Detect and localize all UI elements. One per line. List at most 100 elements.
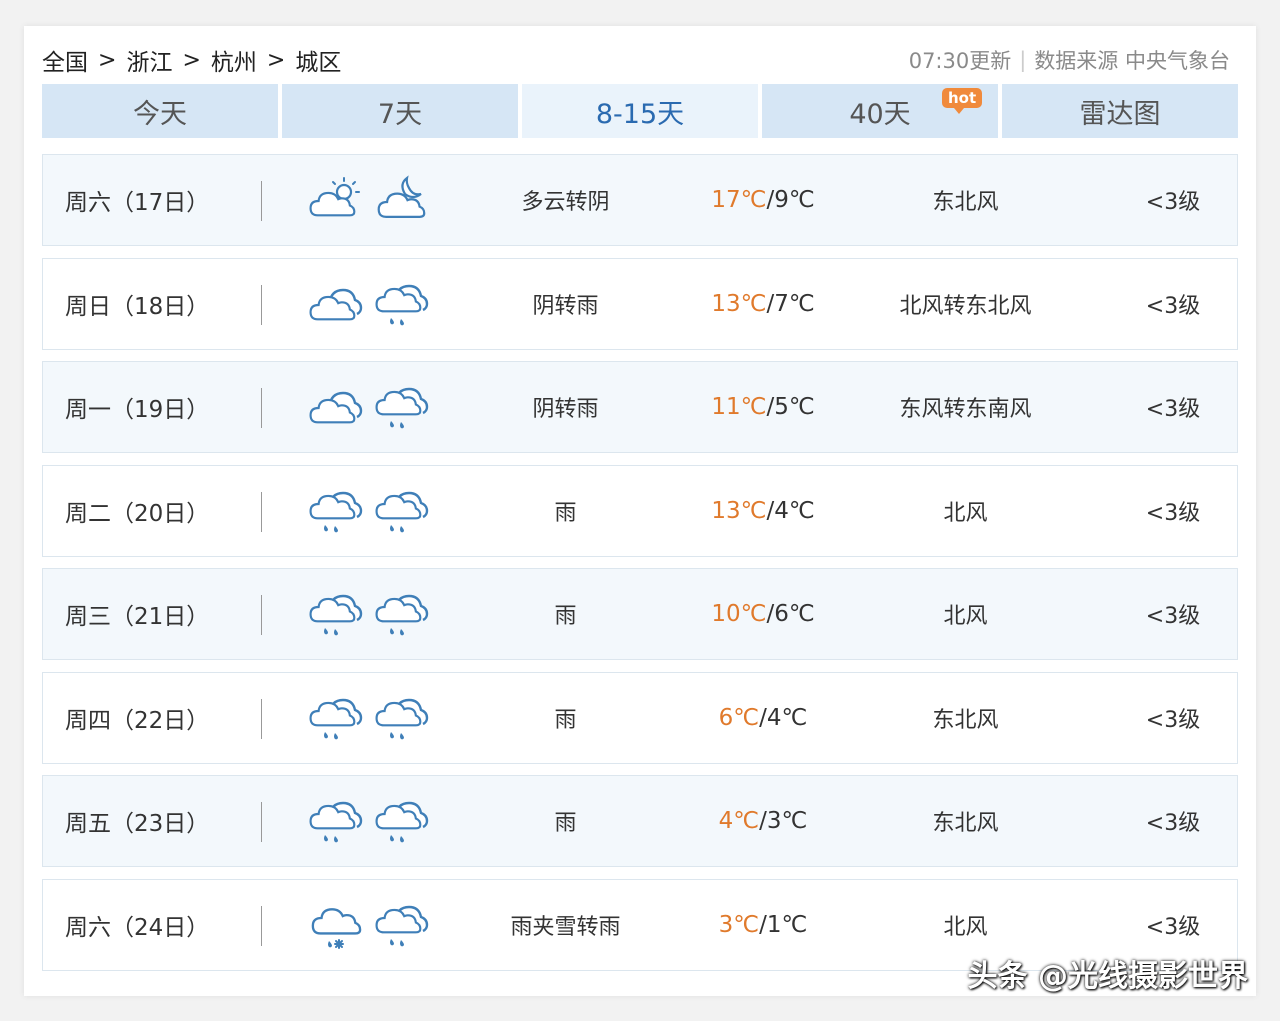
overcast-icon xyxy=(309,288,363,320)
forecast-date: 周四（22日） xyxy=(65,673,265,763)
forecast-date: 周五（23日） xyxy=(65,776,265,866)
breadcrumb-separator: > xyxy=(98,47,117,73)
high-temp: 13℃ xyxy=(711,497,767,524)
forecast-row: 周二（20日） 雨 13℃/4℃ 北风 <3级 xyxy=(42,464,1238,557)
forecast-row: 周五（23日） 雨 4℃/3℃ 东北风 <3级 xyxy=(42,775,1238,867)
rain-icon xyxy=(375,905,429,946)
forecast-row: 周四（22日） 雨 6℃/4℃ 东北风 <3级 xyxy=(42,671,1238,764)
temp-separator: / xyxy=(766,394,775,420)
forecast-tabs: 今天 7天 8-15天 40天 hot 雷达图 xyxy=(42,84,1238,138)
temperature-range: 17℃/9℃ xyxy=(673,155,853,245)
top-bar: 全国 > 浙江 > 杭州 > 城区 07:30更新 | 数据来源 中央气象台 xyxy=(42,40,1230,80)
weather-description: 阴转雨 xyxy=(532,397,599,422)
weather-icons xyxy=(307,362,437,452)
wind-direction: 北风 xyxy=(943,500,988,526)
weather-icons xyxy=(307,155,437,245)
rain-icon xyxy=(375,284,429,325)
low-temp: 1℃ xyxy=(766,911,808,938)
forecast-date: 周一（19日） xyxy=(65,362,265,452)
overcast-icon xyxy=(309,391,363,424)
wind-level: <3级 xyxy=(1145,500,1201,526)
forecast-row: 周日（18日） 阴转雨 13℃/7℃ 北风转东北风 <3级 xyxy=(42,257,1238,350)
forecast-row: 周一（19日） 阴转雨 11℃/5℃ 东风转东南风 <3级 xyxy=(42,361,1238,453)
breadcrumb-district: 城区 xyxy=(295,50,342,76)
breadcrumb-separator: > xyxy=(266,47,286,73)
weather-description: 雨 xyxy=(554,811,577,836)
wind-direction: 东北风 xyxy=(932,811,999,836)
weather-description: 雨 xyxy=(554,500,577,526)
temperature-range: 11℃/5℃ xyxy=(673,362,853,452)
weather-description: 雨 xyxy=(554,604,577,629)
wind-direction: 东风转东南风 xyxy=(899,397,1032,422)
forecast-list: 周六（17日） 多云转阴 17℃/9℃ 东北风 <3级 周日（18日） 阴转雨 13℃/7℃ 北… xyxy=(42,154,1238,982)
low-temp: 4℃ xyxy=(766,704,808,731)
high-temp: 3℃ xyxy=(718,911,760,938)
wind-level: <3级 xyxy=(1145,190,1201,215)
temperature-range: 4℃/3℃ xyxy=(673,776,853,866)
temp-separator: / xyxy=(759,704,767,731)
low-temp: 9℃ xyxy=(774,187,815,213)
divider: | xyxy=(1019,48,1027,72)
wind-level: <3级 xyxy=(1145,604,1201,629)
wind-level: <3级 xyxy=(1145,397,1201,422)
temp-separator: / xyxy=(766,497,775,524)
breadcrumb-separator: > xyxy=(182,47,201,73)
forecast-card: 全国 > 浙江 > 杭州 > 城区 07:30更新 | 数据来源 中央气象台 今… xyxy=(24,26,1256,996)
tab-radar[interactable]: 雷达图 xyxy=(1002,84,1238,138)
forecast-date: 周六（17日） xyxy=(65,155,265,245)
watermark: 头条 @光线摄影世界 xyxy=(967,959,1248,994)
temperature-range: 13℃/7℃ xyxy=(673,259,853,349)
update-info: 07:30更新 | 数据来源 中央气象台 xyxy=(909,45,1230,75)
partly-cloudy-night-icon xyxy=(377,175,426,218)
rain-icon xyxy=(375,491,429,532)
breadcrumb-city[interactable]: 杭州 xyxy=(211,43,257,77)
temperature-range: 6℃/4℃ xyxy=(673,673,853,763)
temp-separator: / xyxy=(766,601,775,627)
sleet-icon xyxy=(311,907,362,949)
wind-direction: 东北风 xyxy=(932,707,999,733)
rain-icon xyxy=(375,594,429,636)
tab-7-days[interactable]: 7天 xyxy=(282,84,518,138)
tab-8-15-days[interactable]: 8-15天 xyxy=(522,84,758,138)
low-temp: 6℃ xyxy=(774,601,815,627)
tab-label: 雷达图 xyxy=(1079,98,1161,130)
breadcrumb-province[interactable]: 浙江 xyxy=(126,43,172,77)
hot-badge: hot xyxy=(942,88,983,114)
weather-description: 多云转阴 xyxy=(521,190,610,215)
high-temp: 10℃ xyxy=(711,601,767,627)
weather-icons xyxy=(307,569,437,659)
temperature-range: 10℃/6℃ xyxy=(673,569,853,659)
high-temp: 6℃ xyxy=(718,704,760,731)
forecast-date: 周二（20日） xyxy=(65,466,265,556)
weather-description: 雨 xyxy=(554,707,577,733)
rain-icon xyxy=(375,801,429,843)
forecast-date: 周六（24日） xyxy=(65,880,265,970)
forecast-row: 周三（21日） 雨 10℃/6℃ 北风 <3级 xyxy=(42,568,1238,660)
partly-cloudy-day-icon xyxy=(309,177,360,217)
temp-separator: / xyxy=(759,911,767,938)
rain-icon xyxy=(309,698,363,739)
low-temp: 3℃ xyxy=(766,808,808,834)
tab-40-days[interactable]: 40天 hot xyxy=(762,84,998,138)
weather-description: 雨夹雪转雨 xyxy=(510,914,621,940)
high-temp: 13℃ xyxy=(711,290,767,317)
breadcrumb-national[interactable]: 全国 xyxy=(42,43,88,77)
weather-icons xyxy=(307,466,437,556)
rain-icon xyxy=(309,491,363,532)
temperature-range: 3℃/1℃ xyxy=(673,880,853,970)
update-time: 07:30更新 xyxy=(908,49,1012,73)
tab-today[interactable]: 今天 xyxy=(42,84,278,138)
low-temp: 4℃ xyxy=(774,497,815,524)
high-temp: 11℃ xyxy=(711,394,767,420)
high-temp: 4℃ xyxy=(718,808,760,834)
weather-icons xyxy=(307,673,437,763)
rain-icon xyxy=(309,594,363,636)
breadcrumb: 全国 > 浙江 > 杭州 > 城区 xyxy=(42,43,341,77)
forecast-date: 周三（21日） xyxy=(65,569,265,659)
temperature-range: 13℃/4℃ xyxy=(673,466,853,556)
rain-icon xyxy=(375,698,429,739)
weather-description: 阴转雨 xyxy=(532,293,599,319)
temp-separator: / xyxy=(759,808,767,834)
forecast-date: 周日（18日） xyxy=(65,259,265,349)
tab-label: 40天 xyxy=(849,98,911,130)
